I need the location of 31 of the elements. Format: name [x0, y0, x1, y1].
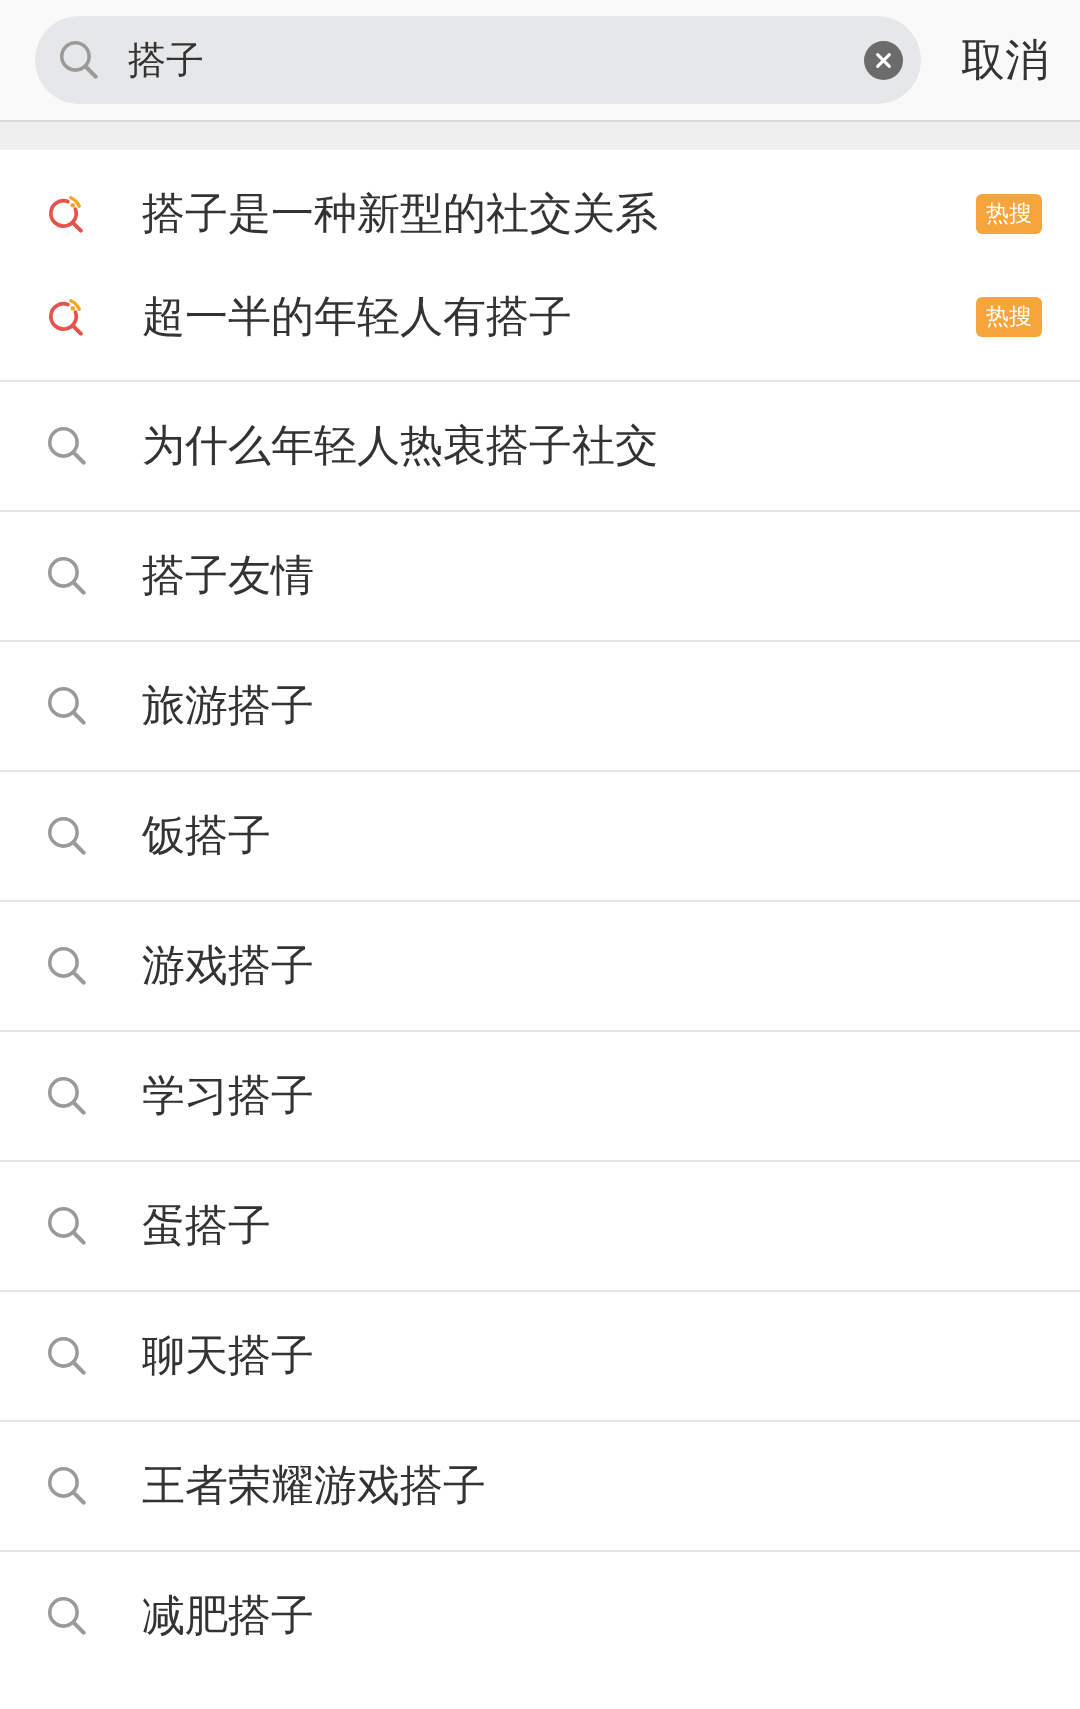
suggestion-text[interactable]: 搭子友情	[142, 547, 314, 605]
clear-icon[interactable]	[864, 40, 903, 80]
search-icon	[48, 1077, 86, 1115]
suggestion-text[interactable]: 王者荣耀游戏搭子	[142, 1457, 486, 1515]
search-icon	[48, 1207, 86, 1245]
search-icon	[48, 1597, 86, 1635]
suggestion-text[interactable]: 游戏搭子	[142, 937, 314, 995]
suggestion-text[interactable]: 超一半的年轻人有搭子	[142, 287, 572, 346]
search-icon	[48, 557, 86, 595]
search-icon	[60, 41, 98, 79]
search-icon	[48, 1337, 86, 1375]
hot-badge: 热搜	[976, 296, 1042, 337]
suggestion-text[interactable]: 饭搭子	[142, 807, 271, 865]
search-icon	[48, 1467, 86, 1505]
search-input[interactable]: 搭子	[128, 35, 844, 85]
suggestion-text[interactable]: 减肥搭子	[142, 1587, 314, 1645]
hot-search-icon	[48, 194, 86, 233]
cancel-button[interactable]: 取消	[961, 30, 1049, 90]
search-icon	[48, 687, 86, 725]
suggestion-text[interactable]: 蛋搭子	[142, 1197, 271, 1255]
suggestion-text[interactable]: 为什么年轻人热衷搭子社交	[142, 417, 658, 475]
hot-search-icon	[48, 297, 86, 336]
suggestion-text[interactable]: 聊天搭子	[142, 1327, 314, 1385]
hot-badge: 热搜	[976, 193, 1042, 234]
suggestion-text[interactable]: 搭子是一种新型的社交关系	[142, 184, 658, 243]
suggestion-text[interactable]: 学习搭子	[142, 1067, 314, 1125]
suggestion-text[interactable]: 旅游搭子	[142, 677, 314, 735]
search-icon	[48, 947, 86, 985]
search-icon	[48, 427, 86, 465]
search-field[interactable]: 搭子	[35, 16, 921, 104]
search-icon	[48, 817, 86, 855]
